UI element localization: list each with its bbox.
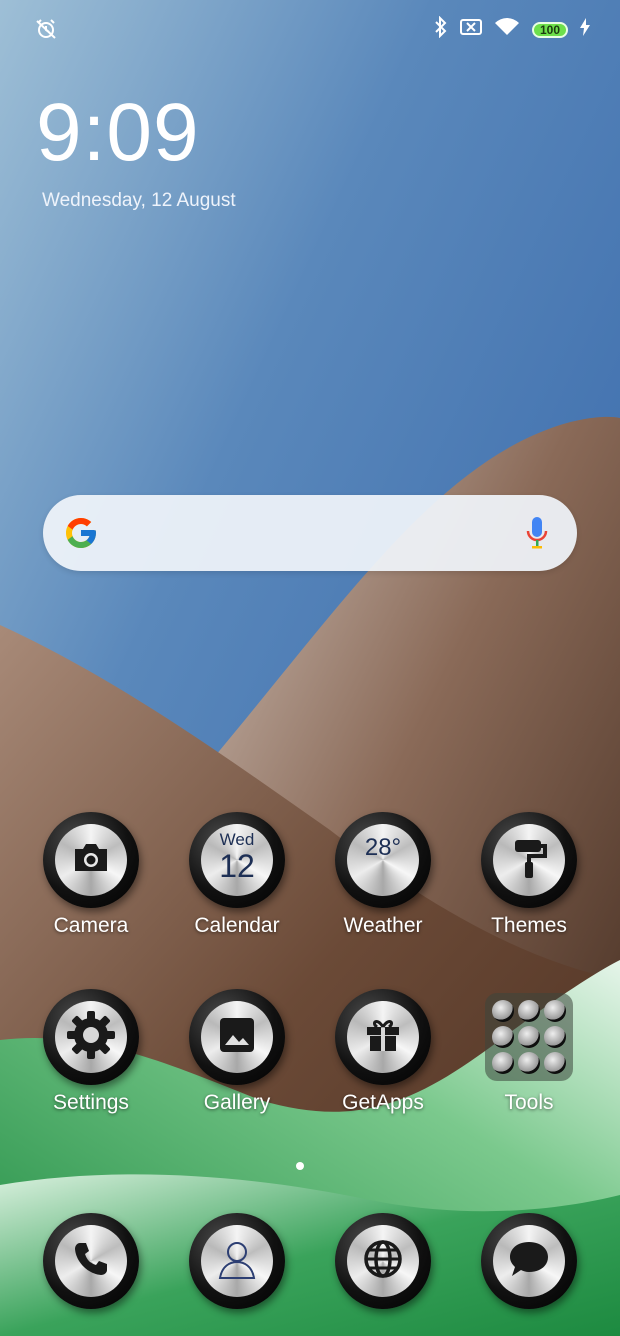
status-bar: 100	[0, 0, 620, 60]
dock-browser[interactable]	[313, 1213, 453, 1309]
folder-app-icon	[492, 1000, 514, 1022]
weather-icon: 28°	[347, 824, 419, 896]
app-camera[interactable]: Camera	[21, 812, 161, 938]
app-calendar[interactable]: Wed 12 Calendar	[167, 812, 307, 938]
getapps-icon-face	[347, 1001, 419, 1073]
app-getapps[interactable]: GetApps	[313, 989, 453, 1115]
calendar-day: Wed	[219, 830, 255, 849]
battery-indicator: 100	[532, 21, 568, 38]
contacts-icon-face	[201, 1225, 273, 1297]
app-label: Themes	[491, 914, 567, 937]
folder-app-icon	[544, 1000, 566, 1022]
settings-icon-face	[55, 1001, 127, 1073]
app-gallery[interactable]: Gallery	[167, 989, 307, 1115]
page-dot-active	[296, 1162, 304, 1170]
calendar-date: 12	[219, 848, 255, 884]
google-search-bar[interactable]	[43, 495, 577, 571]
phone-icon-frame	[43, 1213, 139, 1309]
browser-icon-face	[347, 1225, 419, 1297]
app-label: Weather	[343, 914, 423, 937]
settings-icon-frame	[43, 989, 139, 1085]
sim-off-icon	[460, 18, 482, 41]
weather-temperature: 28°	[364, 834, 402, 861]
camera-icon-face	[55, 824, 127, 896]
image-icon	[217, 1015, 257, 1060]
messages-icon-frame	[481, 1213, 577, 1309]
folder-app-icon	[492, 1052, 514, 1074]
status-icons: 100	[434, 15, 590, 43]
folder-app-icon	[518, 1000, 540, 1022]
messages-icon	[507, 1239, 551, 1284]
app-label: Settings	[53, 1091, 129, 1114]
themes-icon-frame	[481, 812, 577, 908]
app-label: Calendar	[194, 914, 280, 937]
contacts-icon-frame	[189, 1213, 285, 1309]
wifi-icon	[494, 17, 520, 42]
bluetooth-icon	[434, 15, 448, 43]
home-screen: 100 9:09 Wednesday, 12 August Camera Wed…	[0, 0, 620, 1336]
app-label: Gallery	[203, 1091, 271, 1114]
alarm-off-icon	[34, 18, 58, 45]
google-logo-icon	[63, 515, 99, 556]
clock-date[interactable]: Wednesday, 12 August	[42, 190, 236, 212]
mic-icon[interactable]	[525, 515, 549, 556]
folder-app-icon	[492, 1026, 514, 1048]
app-folder-tools[interactable]: Tools	[459, 989, 599, 1115]
getapps-icon-frame	[335, 989, 431, 1085]
app-label: Tools	[504, 1091, 554, 1114]
contacts-icon	[212, 1234, 262, 1289]
phone-icon	[71, 1239, 111, 1284]
gallery-icon-frame	[189, 989, 285, 1085]
app-themes[interactable]: Themes	[459, 812, 599, 938]
app-label: Camera	[53, 914, 129, 937]
dock-phone[interactable]	[21, 1213, 161, 1309]
folder-app-icon	[544, 1052, 566, 1074]
gear-icon	[64, 1008, 118, 1067]
app-weather[interactable]: 28° Weather	[313, 812, 453, 938]
gallery-icon-face	[201, 1001, 273, 1073]
browser-globe-icon	[362, 1238, 404, 1285]
charging-bolt-icon	[580, 18, 590, 41]
browser-icon-frame	[335, 1213, 431, 1309]
gift-icon	[363, 1015, 403, 1060]
camera-icon	[71, 841, 111, 880]
calendar-icon: Wed 12	[201, 824, 273, 896]
calendar-icon-frame: Wed 12	[189, 812, 285, 908]
phone-icon-face	[55, 1225, 127, 1297]
folder-app-icon	[518, 1026, 540, 1048]
clock-time[interactable]: 9:09	[36, 92, 200, 174]
paint-roller-icon	[509, 836, 549, 885]
themes-icon-face	[493, 824, 565, 896]
weather-icon-frame: 28°	[335, 812, 431, 908]
folder-icon	[485, 993, 573, 1081]
page-indicator	[296, 1162, 304, 1170]
dock-messages[interactable]	[459, 1213, 599, 1309]
app-label: GetApps	[342, 1091, 424, 1114]
camera-icon-frame	[43, 812, 139, 908]
folder-app-icon	[518, 1052, 540, 1074]
messages-icon-face	[493, 1225, 565, 1297]
app-settings[interactable]: Settings	[21, 989, 161, 1115]
dock-contacts[interactable]	[167, 1213, 307, 1309]
folder-app-icon	[544, 1026, 566, 1048]
